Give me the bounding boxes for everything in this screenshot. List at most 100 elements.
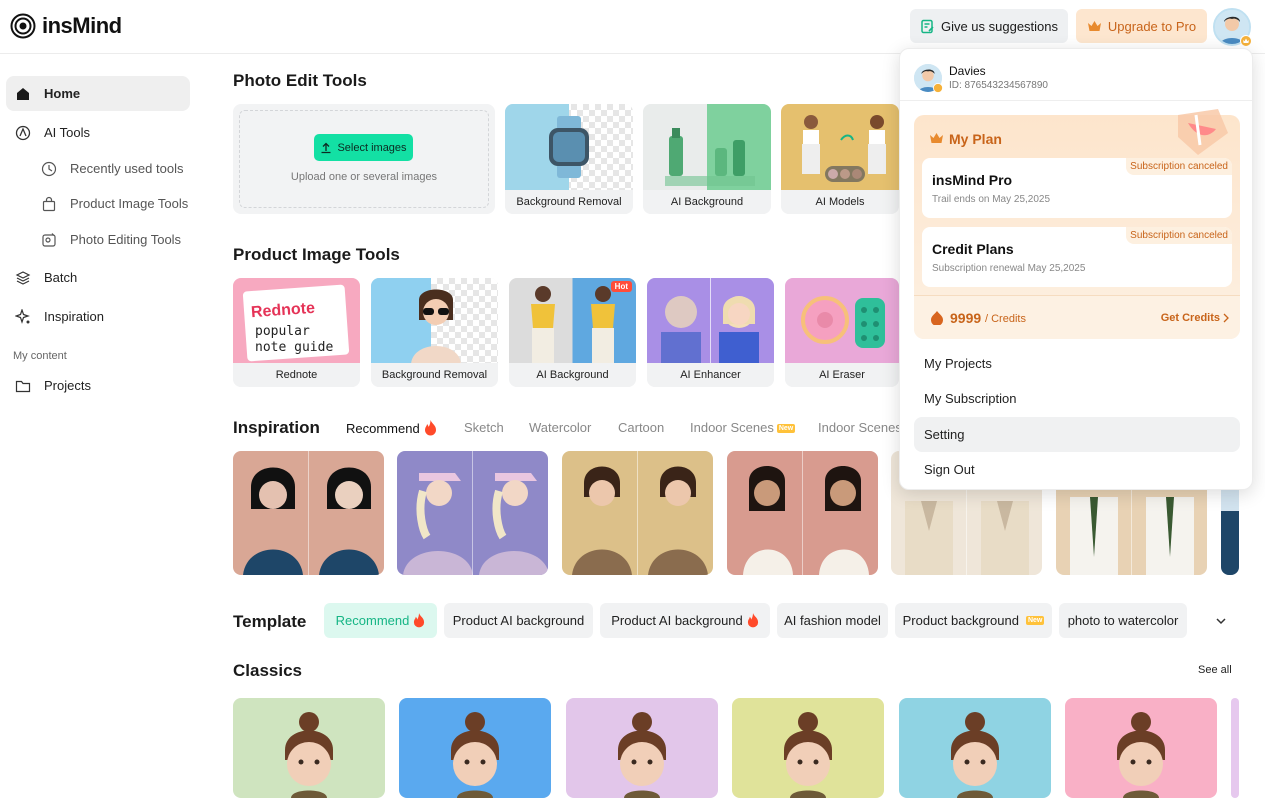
get-credits-link[interactable]: Get Credits — [1161, 312, 1220, 324]
see-all-link[interactable]: See all — [1198, 664, 1232, 676]
inspiration-card[interactable] — [233, 451, 384, 575]
tool-card-ai-models[interactable]: AI Models — [781, 104, 899, 214]
plan-card-credit-plans: Subscription canceled Credit Plans Subsc… — [922, 227, 1232, 287]
crown-icon — [1087, 20, 1101, 31]
sidebar-item-label: Product Image Tools — [70, 196, 189, 211]
logo-text: insMind — [42, 13, 122, 38]
tab-recommend[interactable]: Recommend — [346, 420, 437, 436]
sidebar-item-photo-editing-tools[interactable]: Photo Editing Tools — [6, 222, 190, 257]
tool-label: Background Removal — [505, 190, 633, 214]
dropdown-user-name: Davies — [949, 64, 986, 78]
product-tool-ai-background[interactable]: Hot AI Background — [509, 278, 636, 387]
top-header: insMind Give us suggestions Upgrade to P… — [0, 0, 1265, 54]
tab-label: Recommend — [346, 420, 420, 436]
new-badge: New — [1025, 616, 1045, 625]
tool-thumbnail — [781, 104, 899, 190]
tool-thumbnail: Hot — [509, 278, 636, 363]
tab-label: Indoor Scenes — [690, 420, 774, 435]
credits-coin-icon — [931, 311, 943, 325]
product-tool-ai-enhancer[interactable]: AI Enhancer — [647, 278, 774, 387]
upload-icon — [321, 142, 331, 153]
crown-icon — [930, 133, 943, 143]
inspiration-card[interactable] — [562, 451, 713, 575]
template-chip-product-ai-background[interactable]: Product AI background — [444, 603, 593, 638]
photo-edit-tools-title: Photo Edit Tools — [233, 71, 367, 90]
sidebar-item-inspiration[interactable]: Inspiration — [6, 299, 190, 334]
inspiration-card[interactable] — [727, 451, 878, 575]
home-icon — [14, 85, 32, 103]
tool-card-background-removal[interactable]: Background Removal — [505, 104, 633, 214]
product-image-tools-title: Product Image Tools — [233, 245, 400, 264]
plan-card-title: Credit Plans — [932, 241, 1014, 257]
credits-amount: 9999 — [950, 310, 982, 326]
user-dropdown-menu: Davies ID: 876543234567890 My Plan Subsc… — [899, 48, 1253, 490]
chip-label: Recommend — [335, 613, 410, 628]
template-chip-product-background[interactable]: Product background New — [895, 603, 1052, 638]
pro-badge-icon — [933, 83, 943, 93]
menu-item-setting[interactable]: Setting — [914, 417, 1240, 452]
classics-card[interactable] — [399, 698, 551, 798]
classics-card-partial[interactable] — [1231, 698, 1239, 798]
tool-label: Background Removal — [371, 363, 498, 387]
menu-item-my-subscription[interactable]: My Subscription — [914, 381, 1240, 416]
logo-icon — [10, 13, 36, 39]
product-tool-ai-eraser[interactable]: AI Eraser — [785, 278, 899, 387]
subscription-status-badge: Subscription canceled — [1126, 227, 1232, 244]
classics-card[interactable] — [899, 698, 1051, 798]
menu-item-my-projects[interactable]: My Projects — [914, 346, 1240, 381]
tool-thumbnail — [505, 104, 633, 190]
plan-card-insmind-pro: Subscription canceled insMind Pro Trail … — [922, 158, 1232, 218]
sidebar-item-recently-used-tools[interactable]: Recently used tools — [6, 151, 190, 186]
tool-label: Rednote — [233, 363, 360, 387]
plan-card-subtitle: Trail ends on May 25,2025 — [932, 194, 1051, 205]
chevron-down-icon[interactable] — [1214, 614, 1228, 628]
hot-badge: Hot — [610, 281, 632, 292]
sidebar-item-ai-tools[interactable]: AI Tools — [6, 115, 190, 150]
give-suggestions-button[interactable]: Give us suggestions — [910, 9, 1068, 43]
tool-card-ai-background[interactable]: AI Background — [643, 104, 771, 214]
menu-item-sign-out[interactable]: Sign Out — [914, 452, 1240, 487]
edit-note-icon — [921, 19, 934, 33]
folder-icon — [14, 377, 32, 395]
tab-indoor-scenes[interactable]: Indoor Scenes New — [690, 420, 796, 435]
tool-thumbnail — [785, 278, 899, 363]
dropdown-user-id: ID: 876543234567890 — [949, 80, 1048, 91]
tab-cartoon[interactable]: Cartoon — [618, 420, 664, 435]
product-tool-background-removal[interactable]: Background Removal — [371, 278, 498, 387]
tab-indoor-scenes-2[interactable]: Indoor Scenes — [818, 420, 900, 435]
tab-sketch[interactable]: Sketch — [464, 420, 504, 435]
template-chip-ai-fashion-model[interactable]: AI fashion model — [777, 603, 888, 638]
tab-watercolor[interactable]: Watercolor — [529, 420, 591, 435]
plan-card-title: insMind Pro — [932, 172, 1013, 188]
classics-title: Classics — [233, 661, 302, 680]
sidebar-item-label: Projects — [44, 378, 91, 393]
inspiration-card[interactable] — [397, 451, 548, 575]
fire-icon — [424, 420, 436, 436]
plan-card-subtitle: Subscription renewal May 25,2025 — [932, 263, 1086, 274]
upgrade-to-pro-button[interactable]: Upgrade to Pro — [1076, 9, 1207, 43]
template-chip-recommend[interactable]: Recommend — [324, 603, 437, 638]
tool-thumbnail — [647, 278, 774, 363]
sidebar-item-projects[interactable]: Projects — [6, 368, 190, 403]
upgrade-to-pro-label: Upgrade to Pro — [1107, 18, 1197, 34]
classics-card[interactable] — [233, 698, 385, 798]
classics-card[interactable] — [732, 698, 884, 798]
give-suggestions-label: Give us suggestions — [940, 18, 1059, 34]
credits-row: 9999 / Credits Get Credits — [914, 295, 1240, 339]
product-tool-rednote[interactable]: Rednote popular note guide Rednote — [233, 278, 360, 387]
my-plan-title: My Plan — [949, 131, 1002, 147]
select-images-button[interactable]: Select images — [314, 134, 413, 161]
pro-badge-icon — [1240, 35, 1252, 47]
photo-edit-icon — [40, 231, 58, 249]
sidebar-item-product-image-tools[interactable]: Product Image Tools — [6, 186, 190, 221]
template-chip-photo-to-watercolor[interactable]: photo to watercolor — [1059, 603, 1187, 638]
upload-hint: Upload one or several images — [290, 171, 438, 183]
template-title: Template — [233, 612, 307, 631]
classics-card[interactable] — [1065, 698, 1217, 798]
template-chip-product-ai-background-hot[interactable]: Product AI background — [600, 603, 770, 638]
sidebar-item-batch[interactable]: Batch — [6, 260, 190, 295]
logo[interactable]: insMind — [10, 13, 122, 39]
sidebar-item-home[interactable]: Home — [6, 76, 190, 111]
classics-card[interactable] — [566, 698, 718, 798]
sidebar-item-label: Batch — [44, 270, 78, 285]
